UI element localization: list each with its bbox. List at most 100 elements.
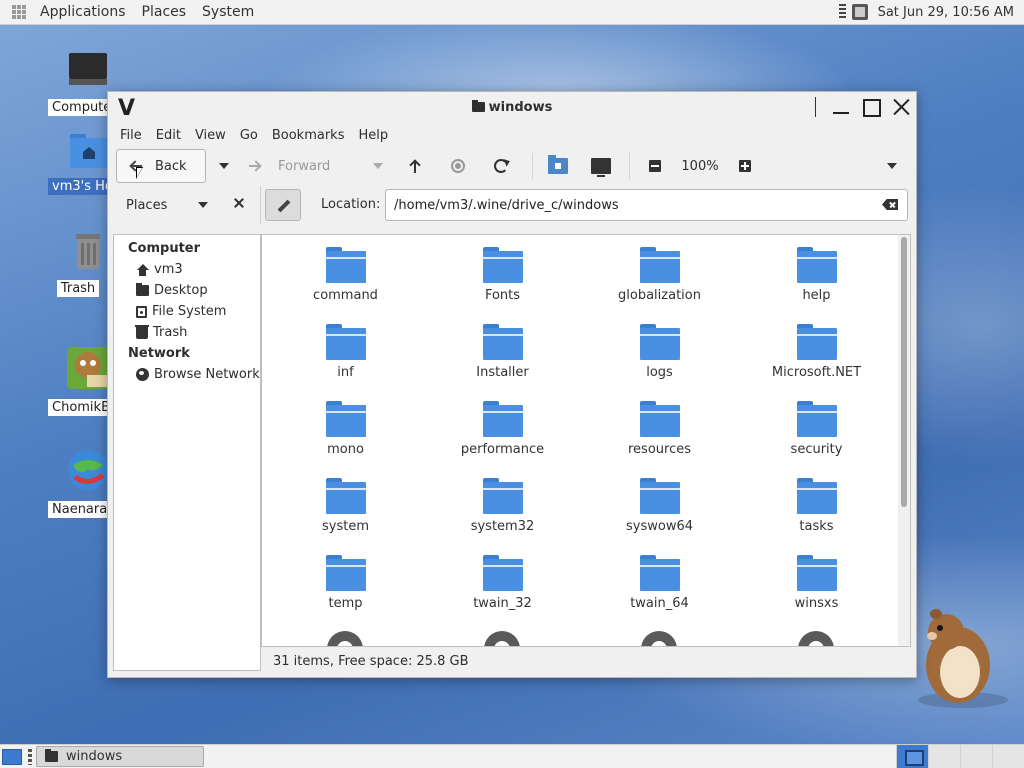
gear-icon[interactable] <box>798 631 834 646</box>
chevron-down-icon <box>887 163 897 169</box>
stop-button[interactable] <box>436 149 480 183</box>
file-item[interactable]: logs <box>581 324 738 401</box>
sidebar-item-file-system[interactable]: File System <box>114 301 260 322</box>
back-button[interactable]: Back <box>116 149 206 183</box>
chevron-down-icon[interactable] <box>198 202 208 208</box>
menu-edit[interactable]: Edit <box>149 128 188 143</box>
folder-icon <box>639 401 680 437</box>
file-item[interactable]: Installer <box>424 324 581 401</box>
file-item[interactable]: tasks <box>738 478 895 555</box>
hamster-mascot-icon <box>918 609 1008 708</box>
gear-icon[interactable] <box>327 631 363 646</box>
file-item[interactable]: security <box>738 401 895 478</box>
title-bar[interactable]: V windows <box>108 92 916 124</box>
close-sidebar-icon[interactable] <box>234 198 244 208</box>
panel-handle-icon[interactable] <box>28 748 32 765</box>
menu-help[interactable]: Help <box>351 128 395 143</box>
taskbar-item-windows[interactable]: windows <box>36 746 204 767</box>
computer-button[interactable] <box>573 149 629 183</box>
desktop-icon-label: Naenara Browser <box>48 501 108 518</box>
maximize-button[interactable] <box>860 96 882 118</box>
file-item[interactable]: winsxs <box>738 555 895 632</box>
file-item[interactable]: resources <box>581 401 738 478</box>
file-item[interactable]: twain_32 <box>424 555 581 632</box>
file-item[interactable]: twain_64 <box>581 555 738 632</box>
applications-grid-icon[interactable] <box>12 5 26 19</box>
toolbar-overflow-button[interactable] <box>884 149 900 183</box>
up-button[interactable] <box>394 149 436 183</box>
menu-bookmarks[interactable]: Bookmarks <box>265 128 352 143</box>
show-desktop-button[interactable] <box>2 748 22 765</box>
computer-icon <box>69 53 107 85</box>
sidebar-item-browse-network[interactable]: Browse Network <box>114 364 260 385</box>
volume-icon[interactable] <box>851 4 868 20</box>
folder-icon <box>639 247 680 283</box>
file-name: Installer <box>476 365 529 380</box>
minimize-button[interactable] <box>830 96 852 118</box>
file-item[interactable]: system32 <box>424 478 581 555</box>
desktop-icon-label: ChomikBox <box>48 399 108 416</box>
file-item[interactable]: system <box>267 478 424 555</box>
file-name: logs <box>646 365 673 380</box>
sidebar-item-desktop[interactable]: Desktop <box>114 280 260 301</box>
forward-history-dropdown[interactable] <box>362 149 394 183</box>
desktop-icon-label: vm3's Home <box>48 178 108 195</box>
file-view[interactable]: command Fonts globalization help inf Installe… <box>261 234 911 647</box>
workspace-1[interactable] <box>896 744 928 768</box>
menu-view[interactable]: View <box>188 128 233 143</box>
vertical-scrollbar[interactable] <box>898 235 910 646</box>
workspace-2[interactable] <box>928 744 960 768</box>
file-item[interactable]: help <box>738 247 895 324</box>
chevron-down-icon <box>373 163 383 169</box>
folder-icon <box>471 100 485 112</box>
workspace-3[interactable] <box>960 744 992 768</box>
network-status-icon[interactable] <box>838 4 846 20</box>
zoom-out-button[interactable] <box>640 149 670 183</box>
file-item[interactable]: globalization <box>581 247 738 324</box>
gear-icon[interactable] <box>484 631 520 646</box>
home-icon <box>136 263 149 276</box>
trash-icon <box>135 324 149 339</box>
file-item[interactable]: command <box>267 247 424 324</box>
toggle-location-entry-button[interactable] <box>265 189 301 221</box>
panel-menu-applications[interactable]: Applications <box>32 4 134 20</box>
folder-icon <box>325 247 366 283</box>
places-selector[interactable]: Places <box>126 198 198 213</box>
panel-menu-system[interactable]: System <box>194 4 262 20</box>
file-item[interactable]: mono <box>267 401 424 478</box>
browser-icon <box>68 450 108 490</box>
reload-icon <box>494 159 508 173</box>
forward-button[interactable]: Forward <box>242 149 362 183</box>
sidebar-item-trash[interactable]: Trash <box>114 322 260 343</box>
file-item[interactable]: Microsoft.NET <box>738 324 895 401</box>
folder-icon <box>796 555 837 591</box>
close-button[interactable] <box>890 96 912 118</box>
panel-menu-places[interactable]: Places <box>134 4 195 20</box>
file-item[interactable]: syswow64 <box>581 478 738 555</box>
home-button[interactable] <box>543 149 573 183</box>
gear-icon[interactable] <box>641 631 677 646</box>
file-item[interactable]: performance <box>424 401 581 478</box>
file-name: temp <box>328 596 363 611</box>
folder-icon <box>325 401 366 437</box>
workspace-4[interactable] <box>992 744 1024 768</box>
back-history-dropdown[interactable] <box>206 149 242 183</box>
zoom-in-button[interactable] <box>730 149 760 183</box>
file-item[interactable]: temp <box>267 555 424 632</box>
bottom-panel: windows <box>0 744 1024 768</box>
file-name: mono <box>327 442 364 457</box>
location-input[interactable] <box>385 189 908 221</box>
toolbar-separator <box>629 153 630 179</box>
file-item[interactable]: inf <box>267 324 424 401</box>
clock[interactable]: Sat Jun 29, 10:56 AM <box>878 5 1014 20</box>
menu-go[interactable]: Go <box>233 128 265 143</box>
sidebar-item-vm3[interactable]: vm3 <box>114 259 260 280</box>
computer-icon <box>591 158 611 177</box>
scrollbar-thumb[interactable] <box>901 237 907 507</box>
file-name: twain_32 <box>473 596 532 611</box>
reload-button[interactable] <box>480 149 522 183</box>
toolbar-separator <box>532 153 533 179</box>
menu-file[interactable]: File <box>113 128 149 143</box>
mouse-cursor-icon <box>136 167 143 179</box>
file-item[interactable]: Fonts <box>424 247 581 324</box>
